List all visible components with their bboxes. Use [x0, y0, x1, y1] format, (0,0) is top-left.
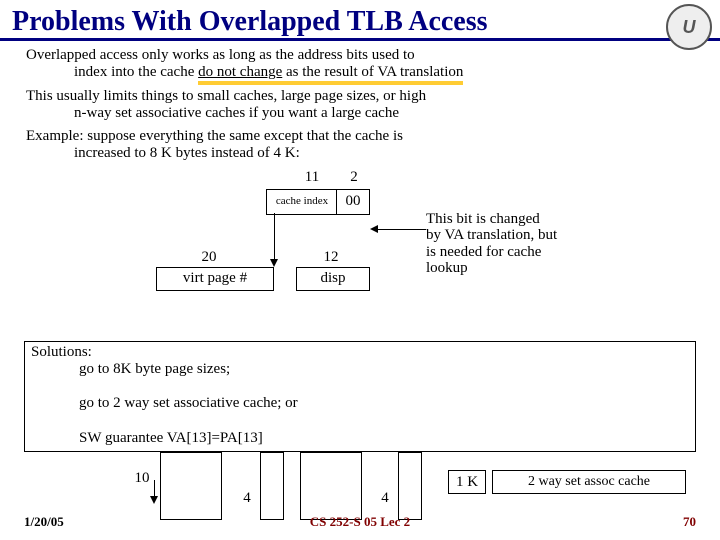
- footer-course: CS 252-S 05 Lec 2: [0, 514, 720, 530]
- solutions-box: Solutions: go to 8K byte page sizes; go …: [24, 341, 696, 453]
- solution-2: go to 2 way set associative cache; or: [31, 395, 689, 412]
- p1-line2a: index into the cache: [74, 64, 198, 80]
- slide-body: Overlapped access only works as long as …: [0, 47, 720, 339]
- p2-line1: This usually limits things to small cach…: [26, 88, 426, 104]
- label-11: 11: [292, 169, 332, 186]
- label-10: 10: [128, 470, 156, 487]
- page-title: Problems With Overlapped TLB Access: [0, 0, 720, 38]
- paragraph-2: This usually limits things to small cach…: [26, 88, 694, 123]
- tag-mem-left: [160, 452, 222, 520]
- note-line1: This bit is changed: [426, 211, 540, 227]
- address-diagram: 11 2 cache index 00 20 12 virt page # di…: [26, 169, 694, 339]
- footer-page-number: 70: [683, 514, 696, 530]
- disp-box: disp: [296, 267, 370, 291]
- solution-1: go to 8K byte page sizes;: [31, 361, 689, 378]
- label-20: 20: [194, 249, 224, 266]
- p2-line2: n-way set associative caches if you want…: [26, 105, 694, 122]
- solutions-header: Solutions:: [31, 344, 92, 360]
- comp-box-right: [398, 452, 422, 520]
- solution-3: SW guarantee VA[13]=PA[13]: [31, 430, 689, 447]
- paragraph-3: Example: suppose everything the same exc…: [26, 128, 694, 163]
- seal-logo: U: [666, 4, 712, 50]
- note-line3: is needed for cache: [426, 244, 541, 260]
- cache-index-label: cache index: [276, 196, 328, 207]
- label-4b: 4: [376, 490, 394, 507]
- note-line4: lookup: [426, 260, 468, 276]
- cache-index-box: cache index: [266, 189, 338, 215]
- title-underline: [0, 38, 720, 41]
- tag-mem-right: [300, 452, 362, 520]
- virt-page-box: virt page #: [156, 267, 274, 291]
- changed-bit-note: This bit is changed by VA translation, b…: [426, 211, 666, 277]
- assoc-cache-box: 2 way set assoc cache: [492, 470, 686, 494]
- comp-box-left: [260, 452, 284, 520]
- p1-line1: Overlapped access only works as long as …: [26, 47, 415, 63]
- note-line2: by VA translation, but: [426, 227, 557, 243]
- one-k-box: 1 K: [448, 470, 486, 494]
- zero-zero-box: 00: [336, 189, 370, 215]
- paragraph-1: Overlapped access only works as long as …: [26, 47, 694, 82]
- do-not-change: do not change: [198, 64, 282, 80]
- p3-line2: increased to 8 K bytes instead of 4 K:: [26, 145, 694, 162]
- label-2: 2: [344, 169, 364, 186]
- label-12: 12: [316, 249, 346, 266]
- label-4a: 4: [238, 490, 256, 507]
- p3-line1: Example: suppose everything the same exc…: [26, 128, 403, 144]
- p1-line2b: as the result of VA translation: [282, 64, 463, 80]
